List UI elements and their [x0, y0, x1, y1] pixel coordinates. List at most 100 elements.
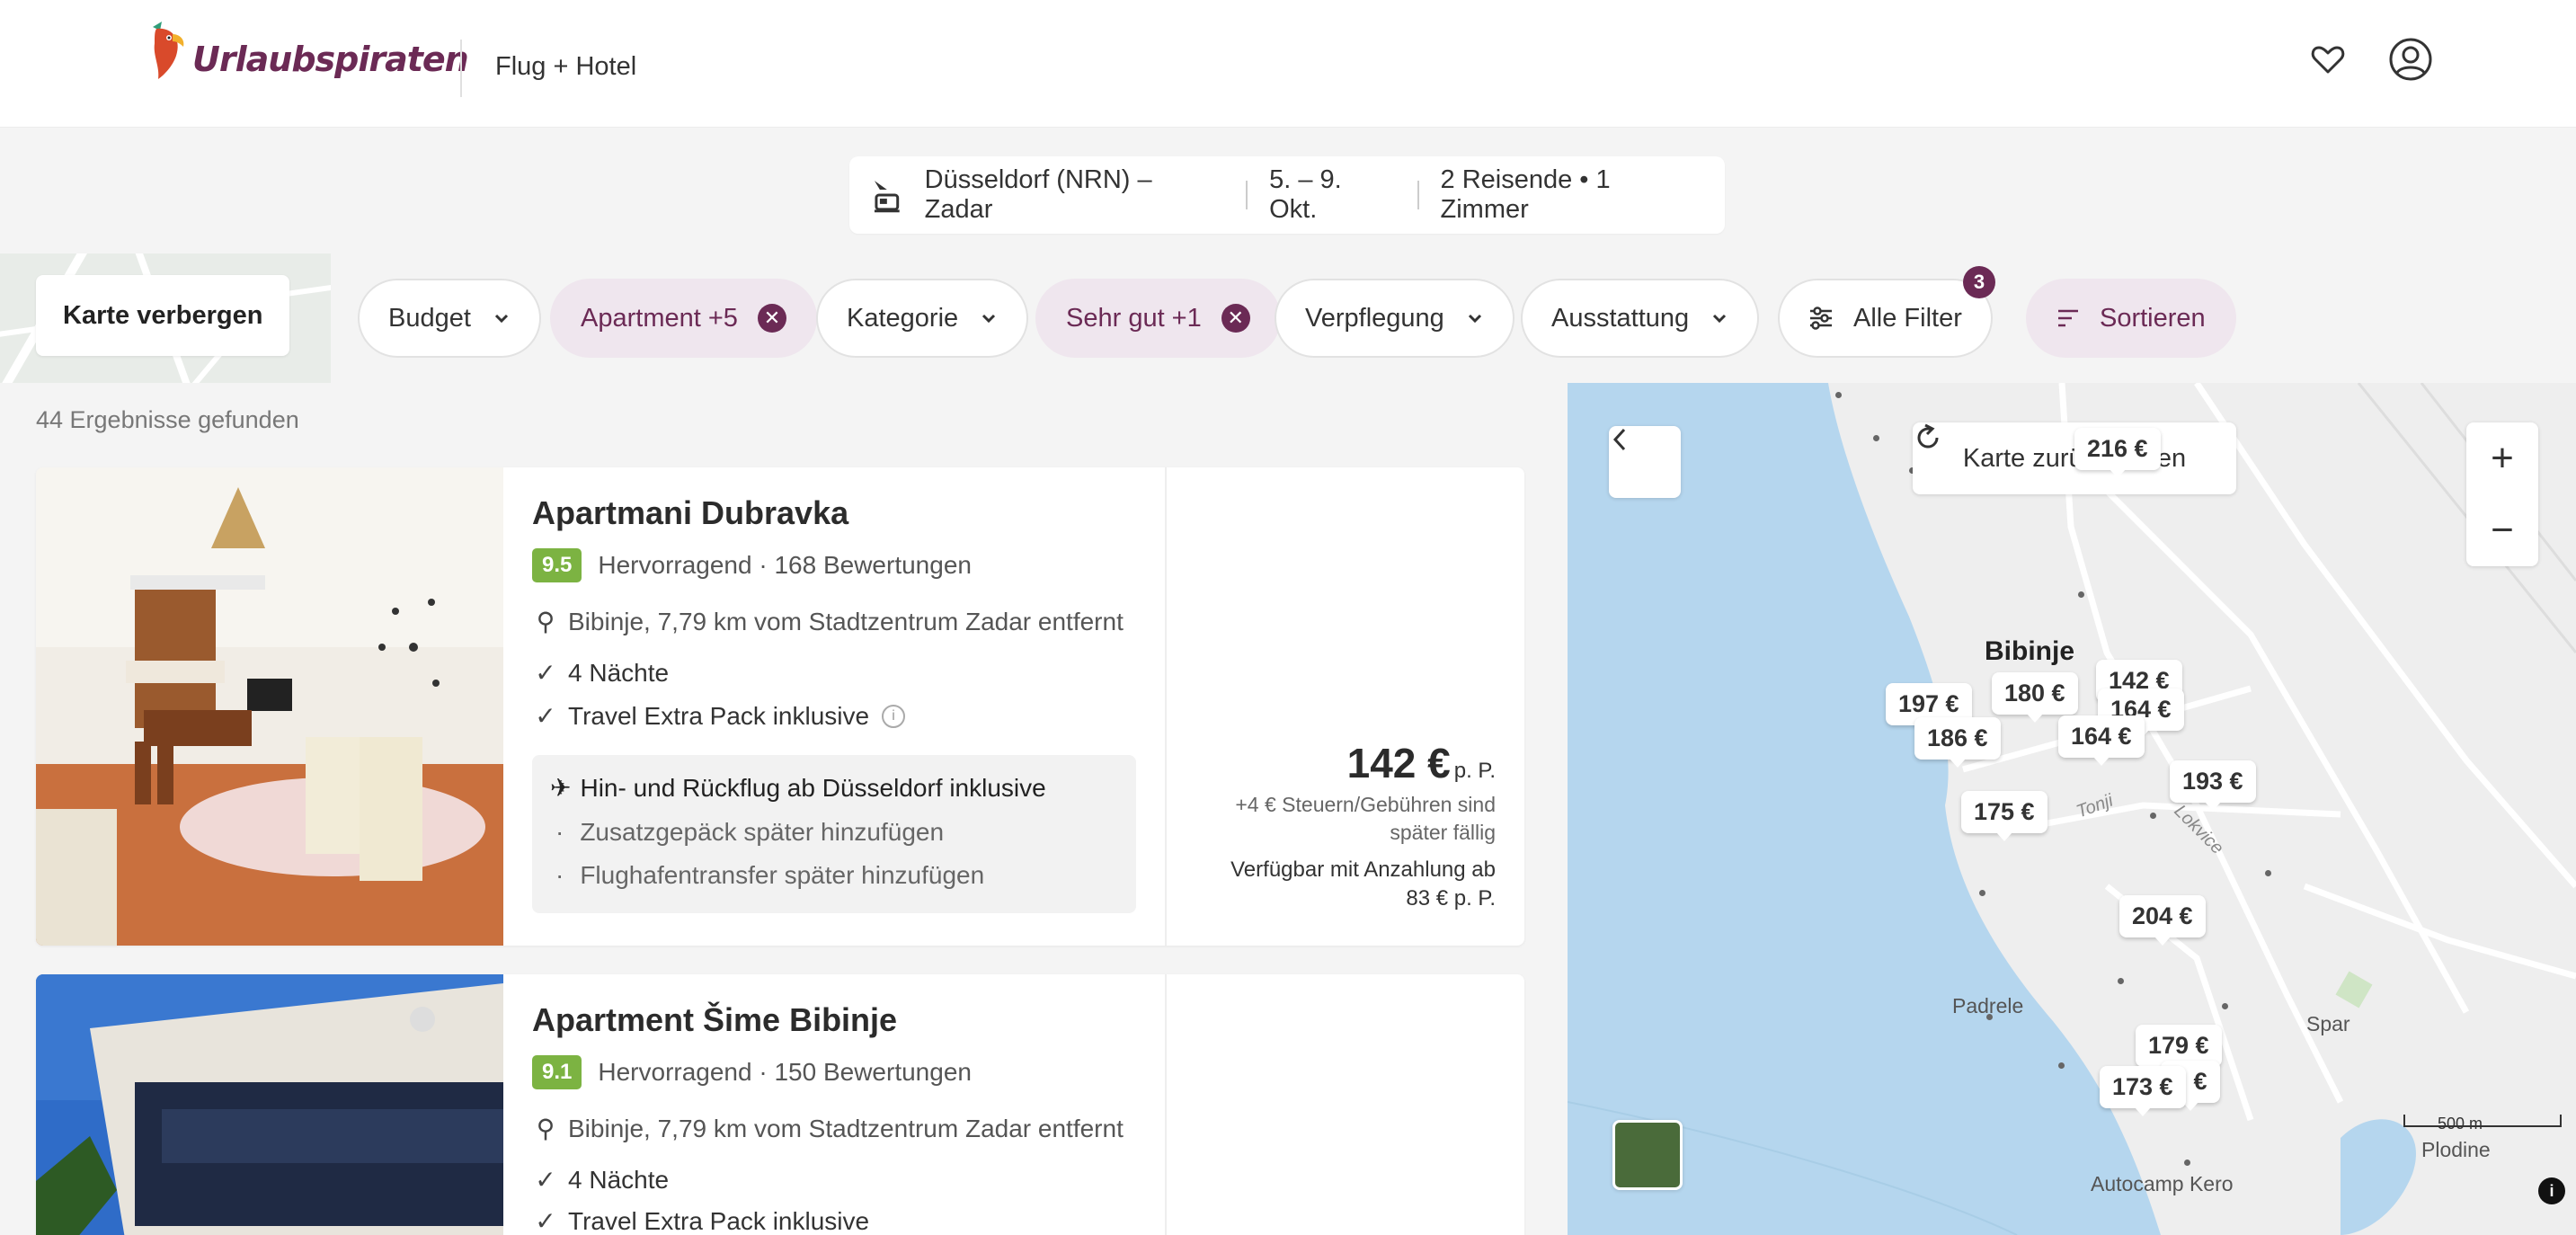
- map-poi-dot: [2058, 1062, 2065, 1069]
- map-poi-dot: [1979, 890, 1985, 896]
- map-price-pin[interactable]: 173 €: [2100, 1066, 2186, 1116]
- search-travellers[interactable]: 2 Reisende • 1 Zimmer: [1419, 165, 1726, 225]
- hotel-photo[interactable]: [36, 974, 503, 1235]
- hotel-photo[interactable]: [36, 467, 503, 946]
- reset-icon: [1917, 423, 1939, 449]
- clear-filter-icon[interactable]: ✕: [1221, 304, 1250, 333]
- map-price-pin[interactable]: 164 €: [2058, 715, 2145, 766]
- hotel-name[interactable]: Apartment Šime Bibinje: [532, 1001, 897, 1039]
- info-icon[interactable]: i: [882, 704, 906, 728]
- map-price-pin[interactable]: 193 €: [2170, 760, 2256, 811]
- search-route[interactable]: Düsseldorf (NRN) – Zadar: [903, 165, 1246, 225]
- filter-chip-rating[interactable]: Sehr gut +1 ✕: [1035, 279, 1281, 358]
- bullet: ·: [555, 861, 564, 889]
- chip-label: Budget: [388, 303, 471, 333]
- check-icon: ✓: [535, 1166, 556, 1194]
- map-poi-dot: [2265, 870, 2271, 876]
- price: 142 € p. P.: [1347, 739, 1496, 787]
- result-card[interactable]: Apartment Šime Bibinje 9.1 Hervorragend …: [36, 974, 1524, 1235]
- map-label-spar: Spar: [2306, 1012, 2350, 1035]
- nights-line: ✓ 4 Nächte: [532, 658, 669, 688]
- price-column[interactable]: 142 € p. P. +4 € Steuern/Gebühren sind sp…: [1165, 467, 1524, 946]
- chevron-left-icon: [1612, 428, 1626, 451]
- site-header: Urlaubspiraten Flug + Hotel: [0, 0, 2576, 128]
- chip-label: Ausstattung: [1551, 303, 1690, 333]
- price-column[interactable]: [1165, 974, 1524, 1235]
- heart-icon[interactable]: [2305, 36, 2351, 83]
- map-panel[interactable]: Karte zurücksetzen + − Bibinje Padrele S…: [1568, 383, 2576, 1235]
- chip-label: Apartment +5: [581, 303, 738, 333]
- sort-button[interactable]: Sortieren: [2026, 279, 2236, 358]
- chevron-down-icon: [982, 314, 996, 324]
- sliders-icon: [1810, 307, 1832, 330]
- map-poi-dot: [2222, 1003, 2228, 1009]
- location-pin-icon: ⚲: [536, 608, 555, 635]
- filter-count-badge: 3: [1963, 266, 1995, 298]
- nights-text: 4 Nächte: [568, 658, 670, 687]
- extra-text: Travel Extra Pack inklusive: [568, 1206, 870, 1235]
- sort-icon: [2058, 309, 2078, 327]
- zoom-out-icon[interactable]: −: [2466, 494, 2538, 566]
- flight-text: Hin- und Rückflug ab Düsseldorf inklusiv…: [580, 774, 1046, 802]
- result-card[interactable]: Apartmani Dubravka 9.5 Hervorragend · 16…: [36, 467, 1524, 946]
- chip-label: Kategorie: [847, 303, 959, 333]
- flight-info-box: ✈ Hin- und Rückflug ab Düsseldorf inklusi…: [532, 755, 1136, 913]
- user-icon[interactable]: [2387, 36, 2434, 83]
- map-price-pin[interactable]: 216 €: [2074, 428, 2161, 478]
- collapse-map-button[interactable]: [1609, 426, 1681, 498]
- results-count: 44 Ergebnisse gefunden: [36, 406, 299, 433]
- check-icon: ✓: [535, 702, 556, 730]
- map-price-pin[interactable]: 204 €: [2119, 895, 2206, 946]
- map-canvas[interactable]: [1568, 383, 2576, 1235]
- map-poi-dot: [2150, 813, 2156, 819]
- rating-row: 9.1 Hervorragend · 150 Bewertungen: [532, 1055, 972, 1089]
- bullet: ·: [555, 818, 564, 846]
- chevron-down-icon: [1468, 314, 1481, 324]
- rating-text: Hervorragend · 150 Bewertungen: [598, 1058, 972, 1086]
- extra-line: ✓ Travel Extra Pack inklusive i: [532, 701, 906, 731]
- info-icon[interactable]: i: [2538, 1177, 2565, 1204]
- map-price-pin[interactable]: 175 €: [1961, 791, 2047, 841]
- map-thumbnail[interactable]: Karte verbergen: [0, 253, 331, 383]
- chip-label: Verpflegung: [1305, 303, 1444, 333]
- map-poi-dot: [2118, 978, 2124, 984]
- brand-name: Urlaubspiraten: [192, 40, 469, 79]
- filter-chip-kategorie[interactable]: Kategorie: [816, 279, 1029, 358]
- filter-chip-budget[interactable]: Budget: [358, 279, 541, 358]
- hide-map-button[interactable]: Karte verbergen: [36, 275, 290, 356]
- addon-line: · Flughafentransfer später hinzufügen: [550, 861, 984, 890]
- map-price-pin[interactable]: 180 €: [1992, 672, 2078, 723]
- nights-line: ✓ 4 Nächte: [532, 1165, 669, 1195]
- filter-chip-ausstattung[interactable]: Ausstattung: [1521, 279, 1760, 358]
- tax-note: +4 € Steuern/Gebühren sind später fällig: [1235, 793, 1496, 844]
- filter-bar: Karte verbergen Budget Apartment +5 ✕ Ka…: [0, 253, 2576, 383]
- rating-score: 9.1: [532, 1055, 582, 1089]
- hotel-name[interactable]: Apartmani Dubravka: [532, 494, 848, 532]
- check-icon: ✓: [535, 659, 556, 687]
- map-label-plodine: Plodine: [2421, 1138, 2491, 1161]
- parrot-logo-icon: [153, 22, 184, 79]
- price-value: 142 €: [1346, 740, 1451, 786]
- rating-row: 9.5 Hervorragend · 168 Bewertungen: [532, 548, 972, 582]
- all-filters-button[interactable]: Alle Filter: [1778, 279, 1993, 358]
- satellite-layer-button[interactable]: [1612, 1120, 1683, 1190]
- zoom-in-icon[interactable]: +: [2466, 422, 2538, 494]
- filter-chip-verpflegung[interactable]: Verpflegung: [1275, 279, 1515, 358]
- addon-text: Flughafentransfer später hinzufügen: [580, 861, 985, 889]
- map-poi-dot: [2184, 1159, 2190, 1166]
- map-poi-dot: [2078, 591, 2084, 598]
- map-price-pin[interactable]: 186 €: [1914, 717, 2001, 768]
- product-label[interactable]: Flug + Hotel: [495, 52, 636, 82]
- addon-text: Zusatzgepäck später hinzufügen: [580, 818, 945, 846]
- search-dates[interactable]: 5. – 9. Okt.: [1248, 165, 1417, 225]
- brand-logo[interactable]: Urlaubspiraten: [146, 20, 469, 81]
- filter-chip-apartment[interactable]: Apartment +5 ✕: [550, 279, 817, 358]
- airplane-icon: ✈: [550, 774, 572, 802]
- clear-filter-icon[interactable]: ✕: [757, 304, 786, 333]
- search-summary[interactable]: Düsseldorf (NRN) – Zadar 5. – 9. Okt. 2 …: [849, 156, 1725, 234]
- location-line: ⚲ Bibinje, 7,79 km vom Stadtzentrum Zada…: [532, 607, 1124, 636]
- location-text: Bibinje, 7,79 km vom Stadtzentrum Zadar …: [568, 1114, 1124, 1142]
- location-text: Bibinje, 7,79 km vom Stadtzentrum Zadar …: [568, 607, 1124, 635]
- map-poi-dot: [1873, 435, 1879, 441]
- chip-label: Sehr gut +1: [1066, 303, 1202, 333]
